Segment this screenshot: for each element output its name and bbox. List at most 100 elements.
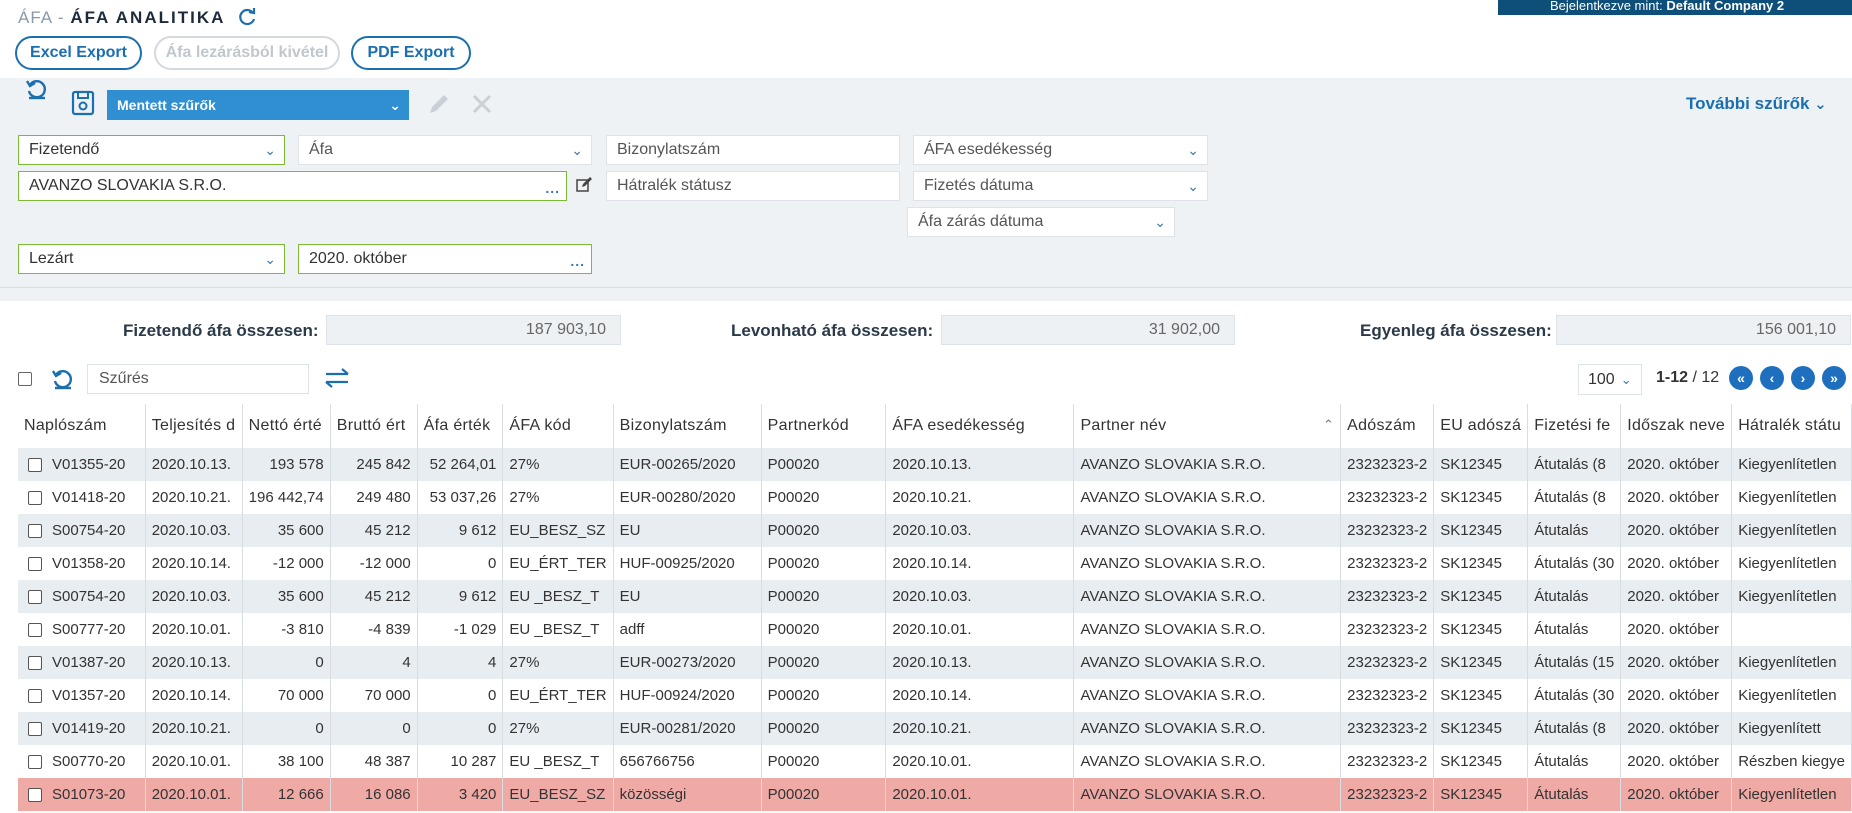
cell-text: 38 100 — [277, 753, 324, 770]
table-cell: 2020.10.14. — [885, 679, 1075, 712]
page-size-select[interactable]: 100 ⌄ — [1578, 364, 1642, 395]
table-row[interactable]: S00770-20 2020.10.01. 38 100 48 387 10 287 EU… — [18, 745, 1852, 778]
table-cell: 23232323-2 — [1340, 646, 1435, 679]
saved-filters-label: Mentett szűrők — [117, 97, 216, 113]
breadcrumb-parent[interactable]: ÁFA - — [18, 8, 65, 27]
table-cell: Átutalás (30 — [1527, 679, 1622, 712]
cell-text: EU — [619, 522, 641, 539]
cell-text: 23232323-2 — [1347, 555, 1428, 572]
table-row[interactable]: S01073-20 2020.10.01. 12 666 16 086 3 420 EU_… — [18, 778, 1852, 811]
table-row[interactable]: S00754-20 2020.10.03. 35 600 45 212 9 612 EU_… — [18, 514, 1852, 547]
cell-text: 2020.10.01. — [892, 753, 972, 770]
more-filters-toggle[interactable]: További szűrők ⌄ — [1686, 94, 1827, 114]
table-cell: Kiegyenlítetlen — [1731, 580, 1852, 613]
payment-date-select[interactable]: Fizetés dátuma ⌄ — [913, 171, 1208, 201]
swap-columns-icon[interactable] — [324, 366, 350, 392]
row-checkbox[interactable] — [28, 755, 42, 770]
save-filter-icon[interactable] — [71, 90, 97, 116]
exclude-from-closing-button[interactable]: Áfa lezárásból kivétel — [154, 36, 340, 70]
table-cell: -4 839 — [330, 613, 418, 646]
row-checkbox[interactable] — [28, 590, 42, 605]
edit-icon[interactable] — [575, 176, 595, 196]
row-checkbox[interactable] — [28, 788, 42, 803]
first-page-button[interactable]: « — [1729, 366, 1753, 390]
table-header: Naplószám Teljesítés d Nettó érté Bruttó ér… — [18, 404, 1852, 448]
column-header[interactable]: EU adószá — [1433, 404, 1529, 448]
saved-filters-select[interactable]: Mentett szűrők ⌄ — [107, 90, 409, 120]
table-cell: 9 612 — [417, 514, 504, 547]
table-row[interactable]: V01358-20 2020.10.14. -12 000 -12 000 0 EU_ÉR… — [18, 547, 1852, 580]
column-header[interactable]: Teljesítés d — [145, 404, 243, 448]
sort-ascending-icon[interactable]: ⌃ — [1323, 417, 1334, 433]
select-all-checkbox[interactable] — [18, 372, 32, 386]
table-row[interactable]: V01418-20 2020.10.21. 196 442,74 249 480 53 … — [18, 481, 1852, 514]
column-header[interactable]: ÁFA esedékesség — [885, 404, 1075, 448]
lookup-dots-icon[interactable]: ... — [545, 174, 560, 200]
table-cell: Átutalás — [1527, 778, 1622, 811]
cell-text: V01418-20 — [52, 489, 126, 506]
reset-filter-icon[interactable] — [24, 76, 50, 102]
payable-type-select[interactable]: Fizetendő ⌄ — [18, 135, 285, 165]
row-checkbox[interactable] — [28, 722, 42, 737]
row-checkbox[interactable] — [28, 623, 42, 638]
table-cell: AVANZO SLOVAKIA S.R.O. — [1073, 514, 1342, 547]
prev-page-button[interactable]: ‹ — [1760, 366, 1784, 390]
column-header[interactable]: Áfa érték — [417, 404, 504, 448]
column-header[interactable]: Adószám — [1340, 404, 1435, 448]
table-cell: SK12345 — [1433, 580, 1529, 613]
table-row[interactable]: S00754-20 2020.10.03. 35 600 45 212 9 612 EU … — [18, 580, 1852, 613]
column-header[interactable]: ÁFA kód — [502, 404, 614, 448]
table-row[interactable]: V01357-20 2020.10.14. 70 000 70 000 0 EU_ÉRT_… — [18, 679, 1852, 712]
column-header[interactable]: Partnerkód — [761, 404, 887, 448]
table-cell: P00020 — [761, 679, 887, 712]
cell-text: S00777-20 — [52, 621, 126, 638]
table-row[interactable]: V01419-20 2020.10.21. 0 0 0 27% EUR-00281/2020… — [18, 712, 1852, 745]
cell-text: P00020 — [767, 621, 820, 638]
column-header[interactable]: Bruttó ért — [330, 404, 418, 448]
row-checkbox[interactable] — [28, 491, 42, 506]
last-page-button[interactable]: » — [1822, 366, 1846, 390]
refresh-icon[interactable] — [236, 6, 258, 28]
period-lookup[interactable]: 2020. október... — [298, 244, 592, 274]
arrears-status-input[interactable]: Hátralék státusz — [606, 171, 900, 201]
column-header[interactable]: Időszak neve — [1620, 404, 1733, 448]
cell-text: V01419-20 — [52, 720, 126, 737]
document-number-input[interactable]: Bizonylatszám — [606, 135, 900, 165]
cell-text: Kiegyenlítetlen — [1738, 588, 1837, 605]
delete-filter-icon[interactable] — [470, 92, 496, 118]
cell-text: AVANZO SLOVAKIA S.R.O. — [1080, 753, 1266, 770]
vat-closing-date-select[interactable]: Áfa zárás dátuma ⌄ — [907, 207, 1175, 237]
table-row[interactable]: S00777-20 2020.10.01. -3 810 -4 839 -1 029 EU… — [18, 613, 1852, 646]
cell-text: 2020. október — [1627, 588, 1719, 605]
row-checkbox[interactable] — [28, 689, 42, 704]
reset-grid-icon[interactable] — [50, 366, 76, 392]
table-row[interactable]: V01387-20 2020.10.13. 0 4 4 27% EUR-00273/2020… — [18, 646, 1852, 679]
partner-lookup[interactable]: AVANZO SLOVAKIA S.R.O.... — [18, 171, 567, 201]
table-row[interactable]: V01355-20 2020.10.13. 193 578 245 842 52 264… — [18, 448, 1852, 481]
cell-text: Kiegyenlítetlen — [1738, 456, 1837, 473]
vat-select[interactable]: Áfa ⌄ — [298, 135, 592, 165]
column-header[interactable]: Nettó érté — [242, 404, 331, 448]
next-page-button[interactable]: › — [1791, 366, 1815, 390]
grid-filter-input[interactable]: Szűrés — [87, 364, 309, 394]
row-checkbox[interactable] — [28, 557, 42, 572]
table-cell: 2020. október — [1620, 448, 1733, 481]
closed-status-select[interactable]: Lezárt ⌄ — [18, 244, 285, 274]
table-cell: SK12345 — [1433, 679, 1529, 712]
table-cell: 23232323-2 — [1340, 580, 1435, 613]
row-checkbox[interactable] — [28, 458, 42, 473]
column-header[interactable]: Hátralék státu — [1731, 404, 1852, 448]
column-header[interactable]: Bizonylatszám — [613, 404, 762, 448]
column-header[interactable]: Naplószám — [18, 404, 146, 448]
column-header[interactable]: Partner név ⌃ — [1073, 404, 1342, 448]
pdf-export-button[interactable]: PDF Export — [351, 36, 471, 70]
excel-export-button[interactable]: Excel Export — [15, 36, 142, 70]
pagination-range: 1-12 — [1656, 369, 1689, 386]
vat-due-date-select[interactable]: ÁFA esedékesség ⌄ — [913, 135, 1208, 165]
row-checkbox[interactable] — [28, 656, 42, 671]
cell-text: SK12345 — [1440, 555, 1502, 572]
column-header[interactable]: Fizetési fe — [1527, 404, 1622, 448]
lookup-dots-icon[interactable]: ... — [570, 247, 585, 273]
edit-filter-icon[interactable] — [426, 91, 452, 117]
row-checkbox[interactable] — [28, 524, 42, 539]
